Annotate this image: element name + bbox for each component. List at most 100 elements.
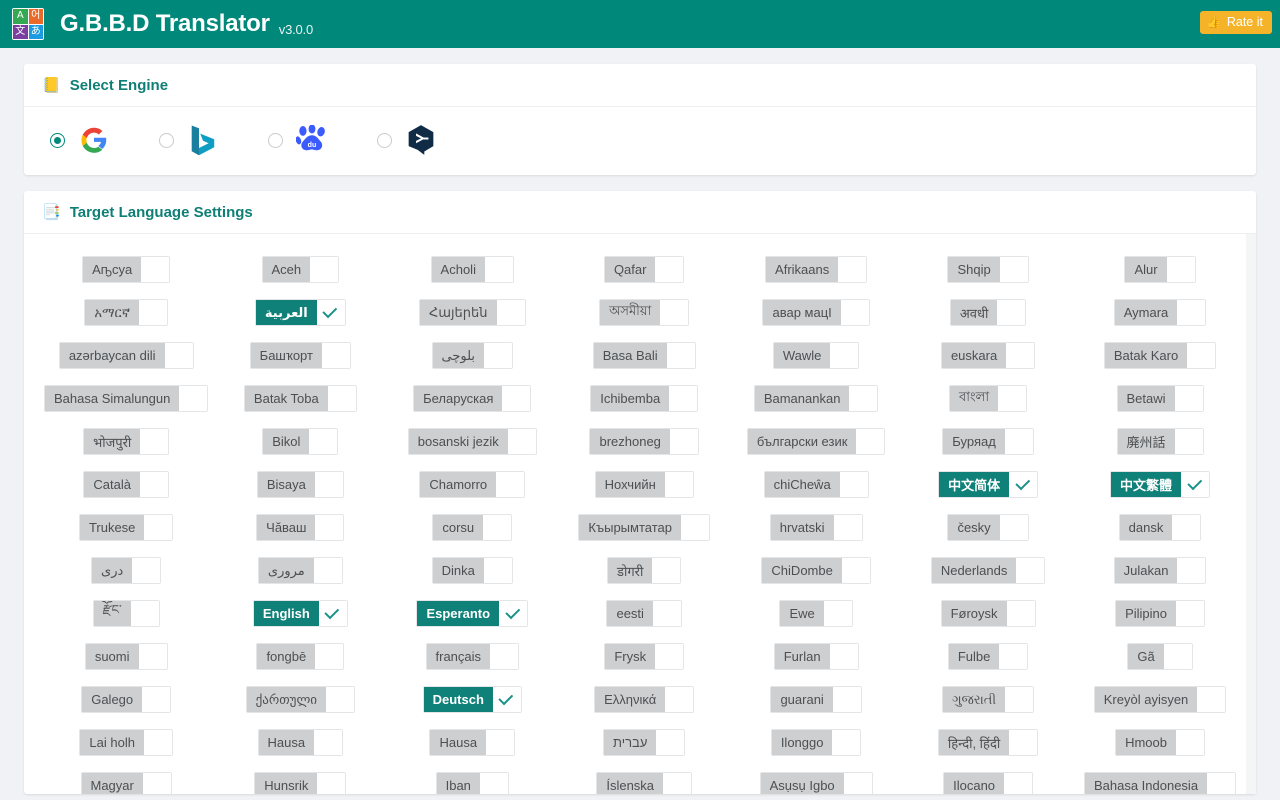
language-checkbox[interactable] bbox=[660, 300, 689, 325]
language-toggle[interactable]: Lai holh bbox=[79, 729, 173, 756]
language-checkbox[interactable] bbox=[663, 773, 692, 794]
language-toggle[interactable]: Pilipino bbox=[1115, 600, 1205, 627]
language-checkbox[interactable] bbox=[999, 257, 1028, 282]
language-toggle[interactable]: Trukese bbox=[78, 514, 174, 541]
language-checkbox[interactable] bbox=[1009, 472, 1038, 497]
language-checkbox[interactable] bbox=[655, 644, 684, 669]
language-toggle[interactable]: डोगरी bbox=[607, 557, 682, 584]
language-toggle[interactable]: français bbox=[425, 643, 520, 670]
language-toggle[interactable]: Bamanankan bbox=[753, 385, 879, 412]
language-checkbox[interactable] bbox=[849, 386, 878, 411]
language-checkbox[interactable] bbox=[1009, 730, 1038, 755]
language-checkbox[interactable] bbox=[143, 730, 172, 755]
language-toggle[interactable]: Bisaya bbox=[256, 471, 344, 498]
engine-option-google[interactable] bbox=[50, 125, 111, 155]
language-checkbox[interactable] bbox=[665, 687, 694, 712]
language-toggle[interactable]: ქართული bbox=[245, 686, 356, 713]
language-checkbox[interactable] bbox=[130, 601, 159, 626]
language-checkbox[interactable] bbox=[838, 257, 867, 282]
language-checkbox[interactable] bbox=[327, 386, 356, 411]
language-checkbox[interactable] bbox=[315, 515, 344, 540]
language-toggle[interactable]: Հայերեն bbox=[419, 299, 526, 326]
language-checkbox[interactable] bbox=[832, 730, 861, 755]
language-checkbox[interactable] bbox=[833, 515, 862, 540]
language-checkbox[interactable] bbox=[483, 558, 512, 583]
language-toggle[interactable]: Ελληνικά bbox=[594, 686, 695, 713]
language-checkbox[interactable] bbox=[669, 429, 698, 454]
engine-option-baidu[interactable]: du bbox=[268, 125, 329, 155]
language-checkbox[interactable] bbox=[142, 687, 171, 712]
language-toggle[interactable]: हिन्दी, हिंदी bbox=[937, 729, 1039, 756]
language-checkbox[interactable] bbox=[655, 257, 684, 282]
language-checkbox[interactable] bbox=[486, 730, 515, 755]
language-toggle[interactable]: Acholi bbox=[430, 256, 514, 283]
language-checkbox[interactable] bbox=[666, 343, 695, 368]
language-toggle[interactable]: Bahasa Indonesia bbox=[1083, 772, 1237, 794]
language-toggle[interactable]: עברית bbox=[603, 729, 686, 756]
language-toggle[interactable]: Wawle bbox=[772, 342, 860, 369]
language-toggle[interactable]: chiCheŵa bbox=[763, 471, 869, 498]
language-checkbox[interactable] bbox=[1006, 343, 1035, 368]
language-toggle[interactable]: Aymara bbox=[1113, 299, 1207, 326]
language-toggle[interactable]: Frysk bbox=[604, 643, 685, 670]
language-checkbox[interactable] bbox=[144, 515, 173, 540]
language-toggle[interactable]: Ilocano bbox=[943, 772, 1034, 794]
language-checkbox[interactable] bbox=[318, 601, 347, 626]
language-toggle[interactable]: Hausa bbox=[429, 729, 516, 756]
language-toggle[interactable]: fongbē bbox=[256, 643, 345, 670]
language-checkbox[interactable] bbox=[314, 472, 343, 497]
language-toggle[interactable]: Føroysk bbox=[940, 600, 1036, 627]
language-checkbox[interactable] bbox=[680, 515, 709, 540]
language-toggle[interactable]: Ewe bbox=[779, 600, 853, 627]
language-checkbox[interactable] bbox=[483, 515, 512, 540]
language-toggle[interactable]: Asụsụ Igbo bbox=[759, 772, 873, 794]
language-toggle[interactable]: Чӑваш bbox=[256, 514, 345, 541]
language-toggle[interactable]: العربية bbox=[254, 299, 346, 326]
language-toggle[interactable]: Аҧcya bbox=[82, 256, 171, 283]
language-toggle[interactable]: guarani bbox=[770, 686, 862, 713]
language-checkbox[interactable] bbox=[1004, 429, 1033, 454]
language-toggle[interactable]: bosanski jezik bbox=[407, 428, 537, 455]
language-toggle[interactable]: Dinka bbox=[431, 557, 513, 584]
language-checkbox[interactable] bbox=[998, 386, 1027, 411]
language-toggle[interactable]: Hunsrik bbox=[254, 772, 347, 794]
language-checkbox[interactable] bbox=[1005, 687, 1034, 712]
language-toggle[interactable]: Shqip bbox=[947, 256, 1029, 283]
language-toggle[interactable]: hrvatski bbox=[769, 514, 863, 541]
language-toggle[interactable]: Нохчийн bbox=[594, 471, 694, 498]
language-toggle[interactable]: دری bbox=[91, 557, 162, 584]
language-toggle[interactable]: Betawi bbox=[1116, 385, 1204, 412]
engine-option-deepl[interactable] bbox=[377, 125, 438, 155]
language-toggle[interactable]: Iban bbox=[435, 772, 509, 794]
language-checkbox[interactable] bbox=[321, 343, 350, 368]
language-toggle[interactable]: Magyar bbox=[80, 772, 172, 794]
language-list-scroll-area[interactable]: Аҧcya Aceh Acholi Qafar Afrikaans Shqip Alur አማ… bbox=[24, 234, 1256, 794]
language-checkbox[interactable] bbox=[132, 558, 161, 583]
language-toggle[interactable]: suomi bbox=[84, 643, 168, 670]
language-toggle[interactable]: Íslenska bbox=[596, 772, 693, 794]
language-checkbox[interactable] bbox=[310, 257, 339, 282]
language-checkbox[interactable] bbox=[164, 343, 193, 368]
engine-option-bing[interactable] bbox=[159, 125, 220, 156]
language-toggle[interactable]: Bikol bbox=[262, 428, 339, 455]
language-toggle[interactable]: български език bbox=[746, 428, 886, 455]
language-toggle[interactable]: Aceh bbox=[261, 256, 340, 283]
language-checkbox[interactable] bbox=[856, 429, 885, 454]
language-checkbox[interactable] bbox=[313, 558, 342, 583]
language-toggle[interactable]: Julakan bbox=[1113, 557, 1207, 584]
language-checkbox[interactable] bbox=[499, 601, 528, 626]
language-toggle[interactable]: Kreyòl ayisyen bbox=[1093, 686, 1227, 713]
language-checkbox[interactable] bbox=[830, 343, 859, 368]
language-checkbox[interactable] bbox=[492, 687, 521, 712]
language-checkbox[interactable] bbox=[1004, 773, 1033, 794]
language-checkbox[interactable] bbox=[507, 429, 536, 454]
language-checkbox[interactable] bbox=[656, 730, 685, 755]
language-checkbox[interactable] bbox=[664, 472, 693, 497]
language-checkbox[interactable] bbox=[652, 601, 681, 626]
language-toggle[interactable]: مروری bbox=[257, 557, 343, 584]
language-toggle[interactable]: azərbaycan dili bbox=[58, 342, 194, 369]
language-toggle[interactable]: 廃州話 bbox=[1116, 428, 1204, 455]
language-checkbox[interactable] bbox=[1006, 601, 1035, 626]
language-checkbox[interactable] bbox=[829, 644, 858, 669]
radio-google[interactable] bbox=[50, 132, 65, 148]
